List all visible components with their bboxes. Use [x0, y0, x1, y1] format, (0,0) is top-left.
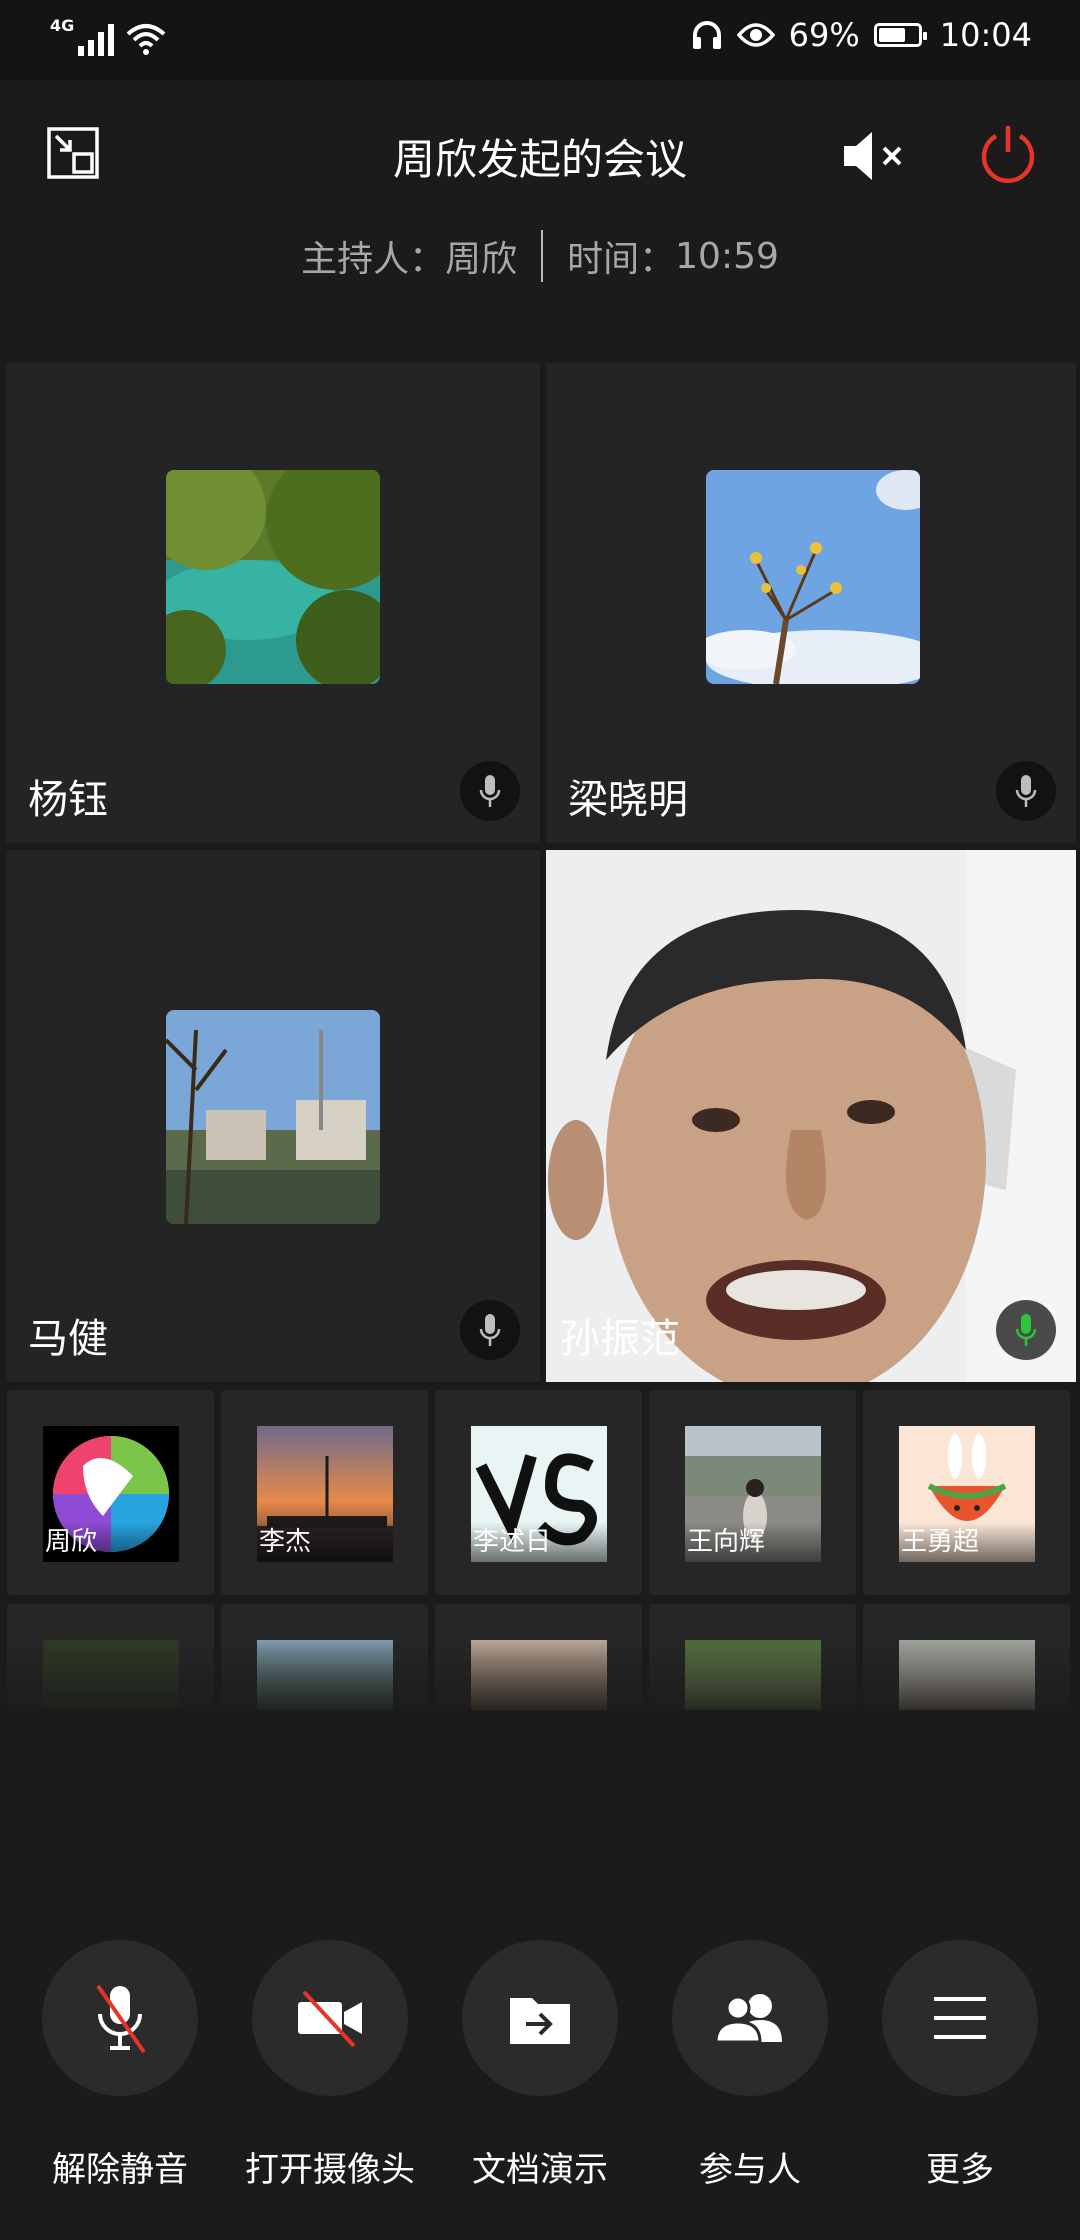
- participant-card[interactable]: 王向辉: [649, 1390, 856, 1595]
- mic-icon: [1015, 775, 1037, 807]
- active-speaker-video-tile[interactable]: 孙振范: [546, 850, 1076, 1382]
- more-button[interactable]: 更多: [870, 1940, 1050, 2191]
- unmute-button[interactable]: 解除静音: [30, 1940, 210, 2191]
- menu-icon: [934, 1997, 986, 2039]
- mic-off-icon: [96, 1984, 146, 2054]
- mic-status-badge: [460, 1300, 520, 1360]
- camera-video-feed: [546, 850, 1076, 1382]
- turn-on-camera-button[interactable]: 打开摄像头: [240, 1940, 420, 2191]
- participant-avatar: [166, 470, 380, 684]
- mic-icon: [479, 1314, 501, 1346]
- video-tile[interactable]: 马健: [6, 850, 540, 1382]
- participant-card[interactable]: 周欣: [7, 1390, 214, 1595]
- video-tile[interactable]: 梁晓明: [546, 363, 1076, 843]
- battery-percent: 69%: [788, 16, 860, 54]
- participant-name: 梁晓明: [568, 777, 688, 823]
- participant-name: 周欣: [43, 1522, 179, 1562]
- network-type: 4G: [50, 16, 75, 35]
- participant-name: 马健: [28, 1316, 108, 1362]
- participant-name: 孙振范: [560, 1316, 680, 1362]
- participant-name: 李述日: [471, 1522, 607, 1562]
- share-document-icon: [510, 1998, 570, 2044]
- time-label: 时间：: [567, 239, 676, 280]
- status-time: 10:04: [939, 16, 1032, 54]
- mic-status-badge: [996, 761, 1056, 821]
- status-right: 69% 10:04: [691, 16, 1032, 54]
- power-icon: [981, 126, 1035, 183]
- participants-icon: [714, 1994, 782, 2044]
- headphones-icon: [692, 21, 721, 49]
- scroll-fade: [0, 1640, 1080, 1720]
- camera-label: 打开摄像头: [245, 2150, 415, 2190]
- participant-card[interactable]: 李杰: [221, 1390, 428, 1595]
- wifi-icon: [126, 24, 166, 55]
- signal-icon: [78, 22, 115, 56]
- camera-circle: [252, 1940, 408, 2096]
- participants-circle: [672, 1940, 828, 2096]
- document-present-button[interactable]: 文档演示: [450, 1940, 630, 2191]
- meeting-meta: 主持人： 周欣 时间： 10:59: [0, 230, 1080, 282]
- meeting-screen: 4G 69% 10:04 周欣发起的会议 主持人： 周欣 时间： 10:59 杨…: [0, 0, 1080, 2240]
- mic-icon: [479, 775, 501, 807]
- unmute-label: 解除静音: [52, 2150, 188, 2190]
- participant-avatar: [706, 470, 920, 684]
- participants-label: 参与人: [699, 2150, 801, 2190]
- status-left: 4G: [50, 18, 166, 56]
- participant-card[interactable]: 李述日: [435, 1390, 642, 1595]
- time-value: 10:59: [675, 235, 779, 277]
- eye-icon: [736, 23, 775, 47]
- participant-name: 李杰: [257, 1522, 393, 1562]
- mic-active-icon: [1015, 1314, 1037, 1346]
- more-circle: [882, 1940, 1038, 2096]
- meeting-header: 周欣发起的会议 主持人： 周欣 时间： 10:59: [0, 80, 1080, 360]
- status-bar: 4G 69% 10:04: [0, 0, 1080, 80]
- speaker-mute-button[interactable]: [842, 126, 908, 186]
- participants-button[interactable]: 参与人: [660, 1940, 840, 2191]
- video-tile[interactable]: 杨钰: [6, 363, 540, 843]
- meeting-controls: 解除静音 打开摄像头 文档演示 参与人 更多: [0, 1940, 1080, 2240]
- meeting-title: 周欣发起的会议: [392, 135, 687, 184]
- battery-icon: [873, 23, 927, 47]
- battery-fill: [878, 28, 905, 42]
- participant-name: 杨钰: [28, 777, 108, 823]
- end-meeting-button[interactable]: [978, 124, 1038, 184]
- host-label: 主持人：: [301, 239, 446, 280]
- participant-card[interactable]: 王勇超: [863, 1390, 1070, 1595]
- participant-avatar: [166, 1010, 380, 1224]
- participant-name: 王向辉: [685, 1522, 821, 1562]
- speaker-muted-icon: [844, 132, 902, 180]
- meta-divider: [541, 230, 544, 282]
- mic-status-badge: [460, 761, 520, 821]
- document-label: 文档演示: [472, 2150, 608, 2190]
- unmute-circle: [42, 1940, 198, 2096]
- more-label: 更多: [926, 2150, 994, 2190]
- host-name: 周欣: [445, 239, 518, 280]
- camera-off-icon: [298, 1990, 362, 2048]
- participant-name: 王勇超: [899, 1522, 1035, 1562]
- mic-speaking-badge: [996, 1300, 1056, 1360]
- document-circle: [462, 1940, 618, 2096]
